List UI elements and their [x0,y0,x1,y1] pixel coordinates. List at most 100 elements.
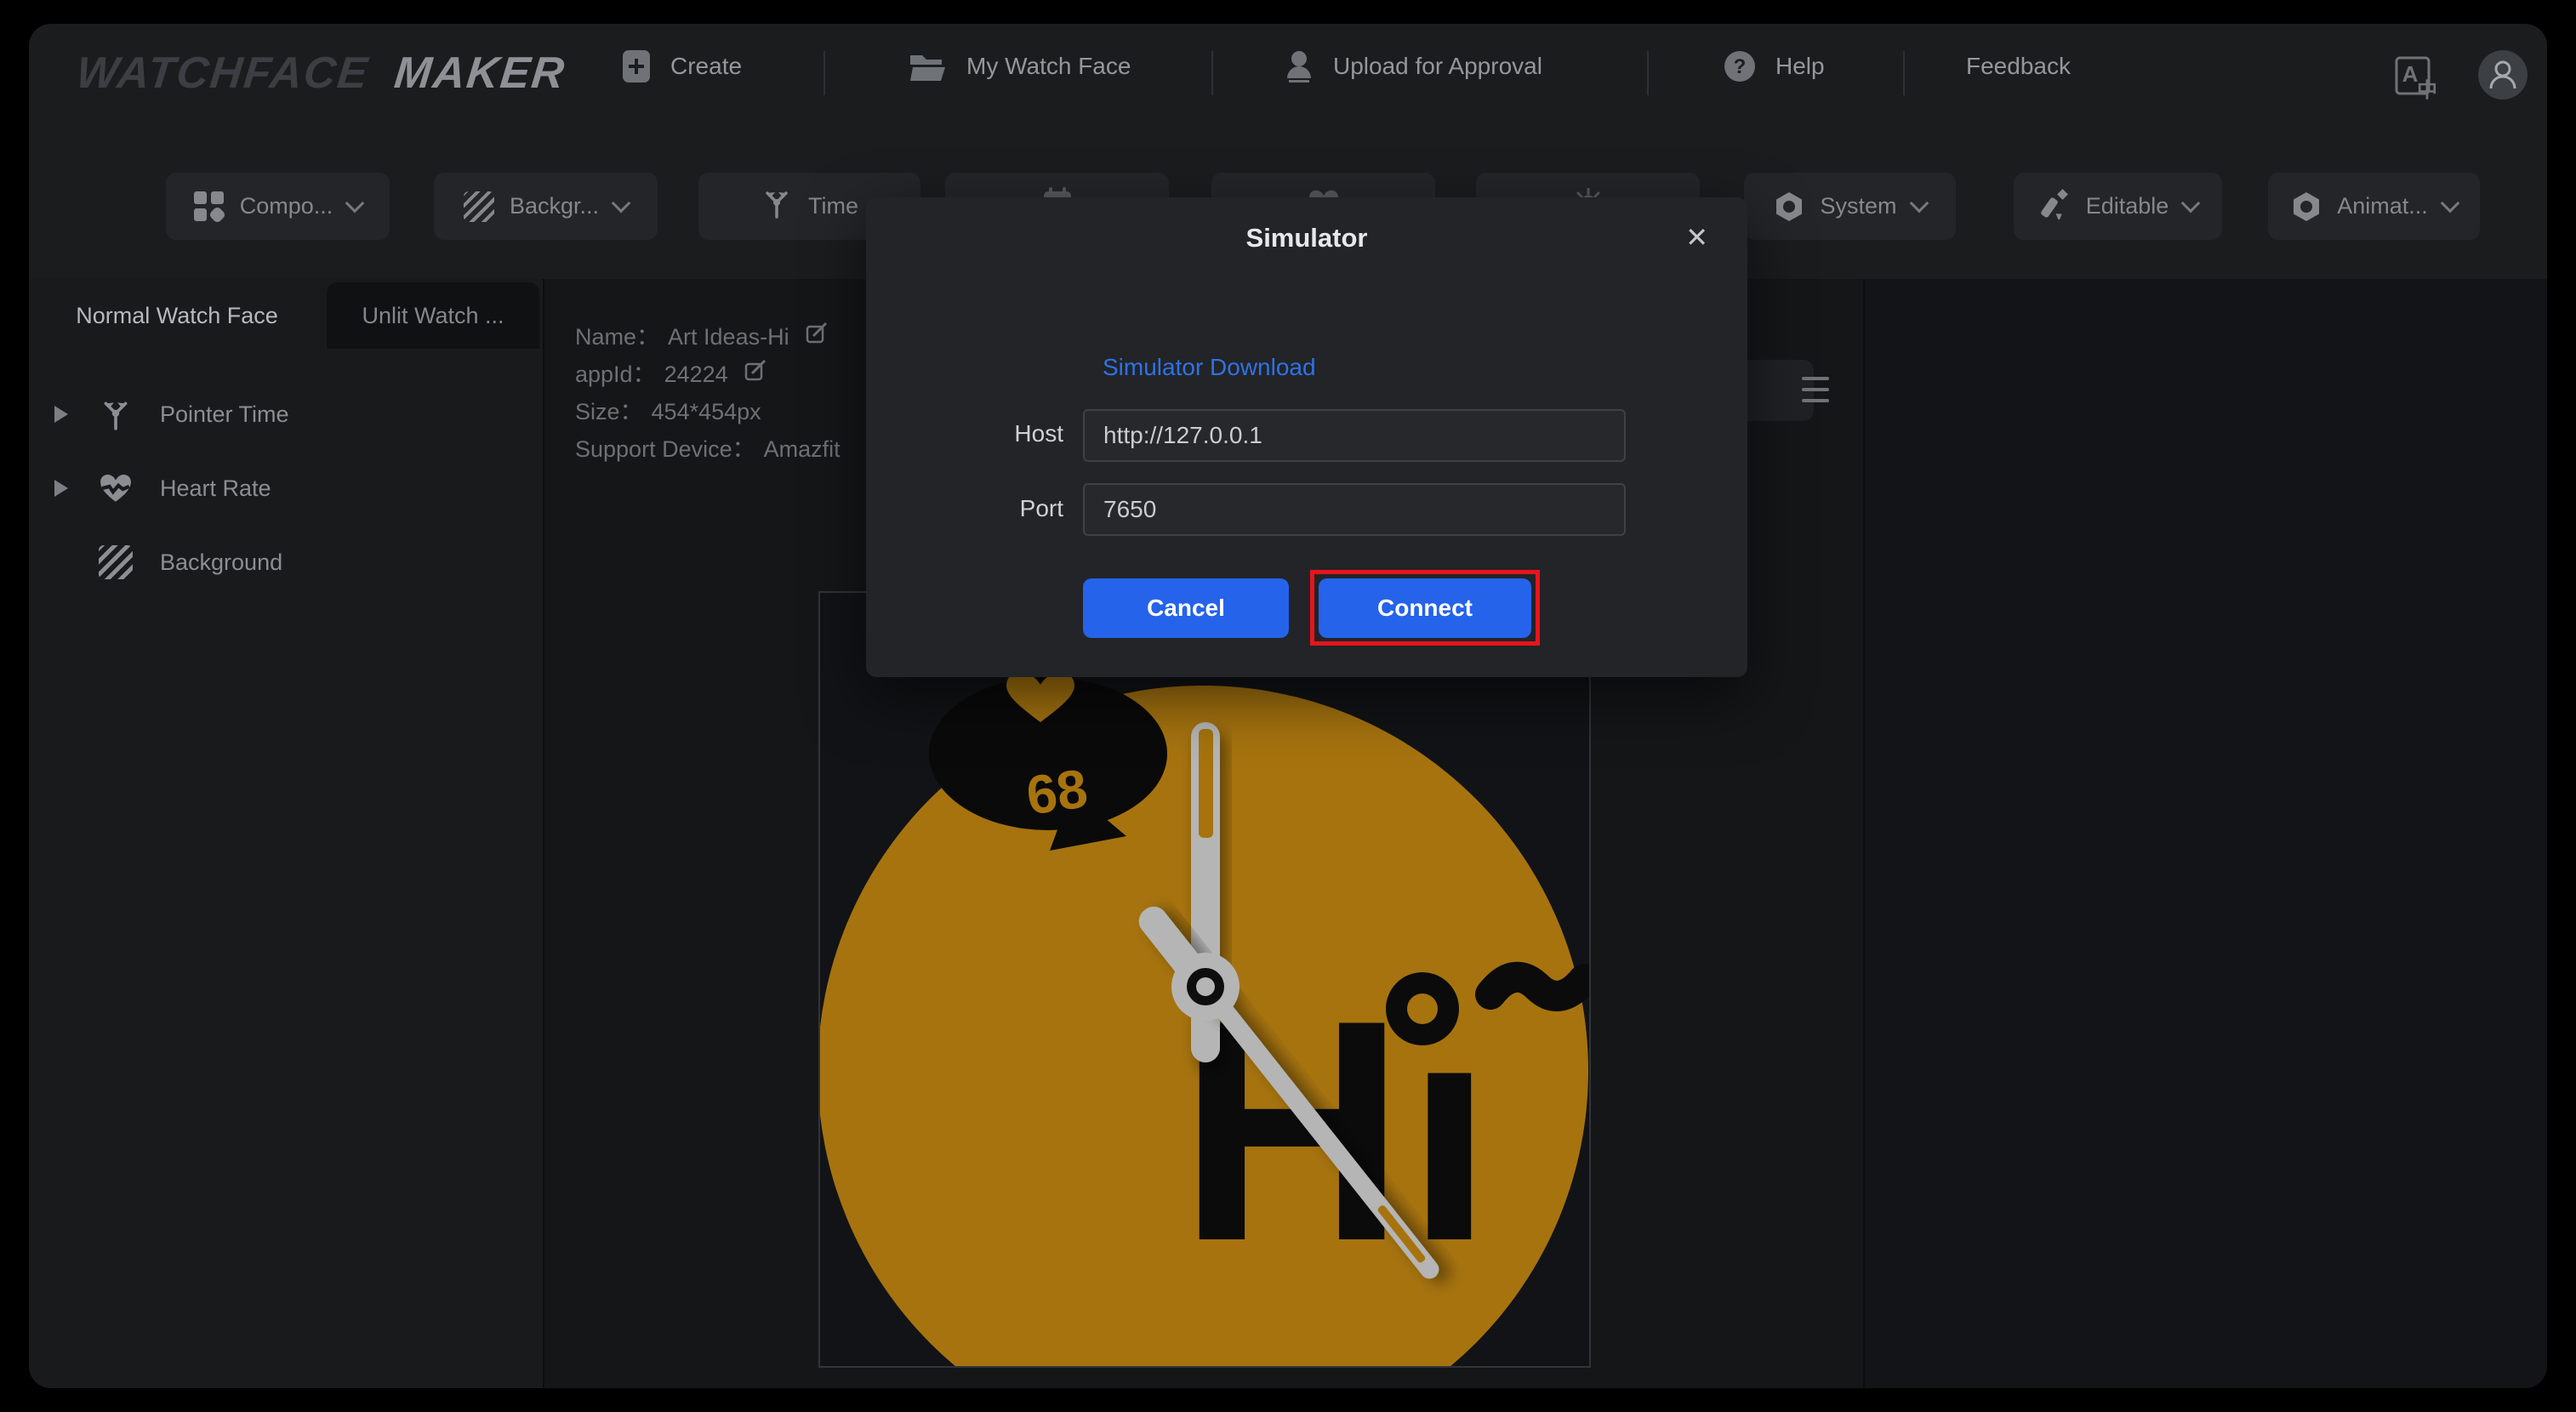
sidebar-item-background[interactable]: Background [29,535,539,589]
edit-icon[interactable] [744,356,767,393]
svg-text:?: ? [1734,55,1747,78]
info-size-row: Size： 454*454px [575,393,841,430]
info-size-label: Size： [575,399,643,424]
port-input[interactable] [1083,483,1626,536]
right-panel [1863,279,2547,1388]
nav-item-label: Feedback [1966,53,2071,79]
host-input[interactable] [1083,409,1626,462]
info-device-value: Amazfit [763,436,841,462]
nav-divider [1647,51,1649,95]
nav-item-label: Help [1775,53,1825,79]
file-plus-icon [621,48,652,84]
toolbar-button-label: Time [808,193,858,219]
nav-item-feedback[interactable]: Feedback [1966,24,2071,109]
toolbar-button-animation[interactable]: Animat... [2268,173,2480,240]
info-device-row: Support Device： Amazfit [575,430,841,468]
background-icon [463,191,494,222]
toolbar-button-label: Backgr... [509,193,600,219]
toolbar-button-label: Editable [2085,193,2169,219]
tab-unlit-watch-face[interactable]: Unlit Watch ... [327,282,539,349]
connect-button[interactable]: Connect [1319,578,1531,638]
folder-icon [909,50,948,83]
watchface-canvas[interactable]: 68 Hı [818,591,1591,1368]
person-icon [1284,49,1314,83]
tab-normal-watch-face[interactable]: Normal Watch Face [29,282,325,349]
host-label: Host [1014,420,1063,447]
edit-icon[interactable] [805,318,829,356]
translate-icon[interactable]: A 中 [2395,54,2437,102]
nav-item-label: My Watch Face [966,53,1131,79]
components-icon [193,191,226,224]
info-name-row: Name： Art Ideas-Hi [575,318,841,356]
chevron-down-icon [1909,193,1929,213]
close-icon[interactable]: ✕ [1685,221,1708,253]
chevron-down-icon [345,193,365,213]
sidebar-item-label: Background [160,549,283,575]
editable-icon [2038,187,2071,225]
tab-label: Normal Watch Face [76,302,278,328]
info-appid-row: appId： 24224 [575,356,841,393]
app-window: WATCHFACE MAKER Create My Watch Face Upl… [29,24,2547,1388]
pointer-time-icon [99,397,133,431]
nav-item-my-watch-face[interactable]: My Watch Face [909,24,1131,109]
sidebar-item-label: Heart Rate [160,475,271,501]
hand-pivot [1171,953,1240,1021]
question-circle-icon: ? [1723,49,1757,83]
nav-item-upload-for-approval[interactable]: Upload for Approval [1284,24,1542,109]
nav-item-label: Create [670,53,743,79]
chevron-down-icon [2180,193,2201,213]
toolbar-button-editable[interactable]: Editable [2014,173,2222,240]
watchface-preview: 68 Hı [820,672,1589,1366]
logo-part-1: WATCHFACE [73,48,372,98]
background-icon [99,545,133,579]
expand-arrow-icon[interactable] [54,480,68,497]
toolbar-button-background[interactable]: Backgr... [434,173,658,240]
sidebar-item-pointer-time[interactable]: Pointer Time [29,387,539,441]
cancel-button[interactable]: Cancel [1083,578,1289,638]
menu-icon[interactable] [1802,377,1829,402]
chevron-down-icon [611,193,631,213]
simulator-download-link[interactable]: Simulator Download [1103,354,1316,381]
simulator-dialog: Simulator ✕ Simulator Download Host Port… [866,197,1747,677]
nav-item-label: Upload for Approval [1333,53,1542,79]
sidebar-tabbar: Normal Watch Face Unlit Watch ... [29,282,543,349]
heart-rate-icon [99,471,133,505]
heart-rate-value: 68 [1023,757,1091,826]
nav-divider [1211,51,1213,95]
connect-highlight-box: Connect [1310,570,1540,646]
info-size-value: 454*454px [651,399,761,424]
svg-text:A: A [2402,61,2419,87]
pointer-time-icon [761,186,793,226]
info-appid-value: 24224 [664,362,728,387]
animation-icon [2291,191,2322,222]
sidebar-item-heart-rate[interactable]: Heart Rate [29,461,539,515]
info-appid-label: appId： [575,362,656,387]
logo-part-2: MAKER [391,48,568,98]
toolbar-button-label: Compo... [239,193,333,219]
nav-divider [824,51,825,95]
info-name-label: Name： [575,324,660,350]
chevron-down-icon [2440,193,2460,213]
nav-item-create[interactable]: Create [621,24,742,109]
sidebar [29,279,544,1388]
nav-divider [1903,51,1905,95]
watchface-info: Name： Art Ideas-Hi appId： 24224 Size： 45… [575,318,841,468]
dialog-title: Simulator [1245,223,1368,253]
expand-arrow-icon[interactable] [54,406,68,423]
sidebar-item-label: Pointer Time [160,401,289,427]
user-avatar[interactable] [2478,50,2528,100]
toolbar-button-label: Animat... [2337,193,2428,219]
nav-item-help[interactable]: ? Help [1723,24,1825,109]
expand-arrow-placeholder [54,554,68,571]
info-device-label: Support Device： [575,436,755,462]
info-name-value: Art Ideas-Hi [668,324,789,350]
toolbar-button-label: System [1820,193,1897,219]
tilde-icon [1475,961,1589,1011]
system-icon [1774,191,1804,222]
tab-label: Unlit Watch ... [362,302,504,328]
app-logo: WATCHFACE MAKER [74,48,568,99]
svg-text:中: 中 [2417,79,2437,100]
toolbar-button-components[interactable]: Compo... [166,173,390,240]
toolbar-button-system[interactable]: System [1744,173,1956,240]
port-label: Port [1019,495,1063,521]
